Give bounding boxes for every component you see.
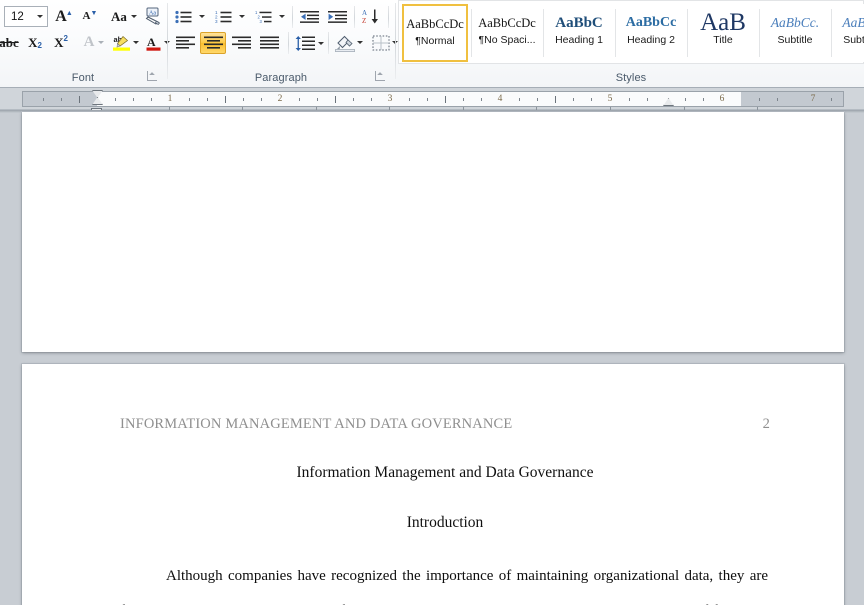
style-label: Heading 2 [627,34,675,46]
multilevel-list-dropdown-arrow[interactable] [276,8,288,25]
document-canvas[interactable]: INFORMATION MANAGEMENT AND DATA GOVERNAN… [0,110,864,605]
styles-group-label: Styles [615,72,647,84]
font-group-label: Font [71,72,95,84]
style-item-heading-2[interactable]: AaBbCc Heading 2 [618,4,684,62]
svg-text:Z: Z [362,17,366,25]
ruler-mark: 4 [497,94,503,104]
svg-text:3: 3 [260,19,263,24]
multilevel-list-icon[interactable]: 1 2 3 [252,6,276,27]
style-item-title[interactable]: AaB Title [690,4,756,62]
text-highlight-color-icon[interactable]: ab [110,31,142,53]
justify-icon[interactable] [256,32,282,54]
ribbon-group-font: 12 A ▲ A ▼ Aa Aa abc X 2 X 2 A ab A Font [0,0,170,88]
styles-gallery: AaBbCcDc Normal AaBbCcDc No Spaci... AaB… [398,0,864,64]
group-divider-2 [395,3,396,79]
shading-icon[interactable] [332,31,366,54]
font-size-value: 12 [11,10,24,23]
subscript-icon[interactable]: X2 [22,31,48,53]
style-label: No Spaci... [479,34,535,46]
ribbon: 12 A ▲ A ▼ Aa Aa abc X 2 X 2 A ab A Font… [0,0,864,88]
ruler-mark: 2 [277,94,283,104]
paragraph-group-label: Paragraph [254,72,308,84]
style-item-heading-1[interactable]: AaBbC Heading 1 [546,4,612,62]
decrease-indent-icon[interactable] [296,6,322,27]
numbering-icon[interactable]: 1 2 3 [212,6,236,27]
clear-formatting-icon[interactable]: Aa [140,4,166,28]
ruler-mark: 5 [607,94,613,104]
style-label: Subtitle [777,34,813,46]
align-left-icon[interactable] [172,32,198,54]
document-page-previous[interactable] [22,112,844,352]
style-item-subtitle[interactable]: AaBbCc. Subtitle [762,4,828,62]
ruler-mark: 3 [387,94,393,104]
numbering-dropdown-arrow[interactable] [236,8,248,25]
ruler-mark: 1 [167,94,173,104]
horizontal-ruler[interactable]: 1 2 3 4 5 6 7 [22,90,844,107]
style-label: Subt [843,34,864,46]
ruler-left-margin [23,92,97,106]
svg-text:A: A [362,9,367,17]
font-dialog-launcher[interactable] [147,71,158,82]
font-size-dropdown-arrow[interactable] [33,7,47,26]
svg-text:Aa: Aa [149,11,156,17]
style-label: Heading 1 [555,34,603,46]
document-title: Information Management and Data Governan… [296,464,594,481]
strikethrough-icon[interactable]: abc [0,31,22,53]
change-case-icon[interactable]: Aa [108,6,140,27]
ruler-right-margin [741,92,843,106]
document-page-current[interactable]: INFORMATION MANAGEMENT AND DATA GOVERNAN… [22,364,844,605]
section-heading: Introduction [406,514,484,531]
grow-font-icon[interactable]: A ▲ [52,6,76,27]
font-group-body: 12 A ▲ A ▼ Aa Aa abc X 2 X 2 A ab A [0,0,170,64]
style-label: Title [713,34,733,46]
style-item-subtle-emphasis[interactable]: AaB Subt [834,4,864,62]
svg-text:3: 3 [215,19,218,24]
ruler-mark: 6 [719,94,725,104]
bullets-icon[interactable] [172,6,196,27]
line-spacing-icon[interactable] [292,32,326,54]
svg-text:A: A [147,35,156,49]
style-preview: AaBbC [555,14,603,31]
right-indent-marker[interactable] [663,98,674,106]
style-item-normal[interactable]: AaBbCcDc Normal [402,4,468,62]
bullets-dropdown-arrow[interactable] [196,8,208,25]
page-number: 2 [762,416,770,432]
sort-icon[interactable]: A Z [358,5,384,28]
superscript-icon[interactable]: X2 [48,31,74,53]
font-size-combo[interactable]: 12 [4,6,48,27]
align-right-icon[interactable] [228,32,254,54]
shrink-font-icon[interactable]: A ▼ [78,6,102,27]
ruler-bar: 1 2 3 4 5 6 7 [0,88,864,115]
style-label: Normal [415,35,455,47]
increase-indent-icon[interactable] [324,6,350,27]
style-item-no-spacing[interactable]: AaBbCcDc No Spaci... [474,4,540,62]
ruler-mark: 7 [810,94,816,104]
style-preview: AaBbCc [625,15,677,30]
header-title: INFORMATION MANAGEMENT AND DATA GOVERNAN… [120,416,513,432]
align-center-icon[interactable] [200,32,226,54]
style-preview: AaBbCcDc [406,16,464,31]
page-header: INFORMATION MANAGEMENT AND DATA GOVERNAN… [120,416,770,433]
paragraph-group-body: 1 2 3 1 2 3 A Z [168,0,407,64]
style-preview: AaB [700,12,746,34]
borders-icon[interactable] [368,31,402,54]
style-preview: AaBbCc. [770,15,820,30]
paragraph-dialog-launcher[interactable] [375,71,386,82]
text-effects-icon[interactable]: A [78,31,110,53]
ribbon-group-styles: AaBbCcDc Normal AaBbCcDc No Spaci... AaB… [398,0,864,88]
style-preview: AaBbCcDc [478,15,536,30]
style-preview: AaB [842,15,864,30]
body-paragraph[interactable]: Although companies have recognized the i… [120,559,768,605]
ribbon-group-paragraph: 1 2 3 1 2 3 A Z Paragraph [168,0,407,88]
